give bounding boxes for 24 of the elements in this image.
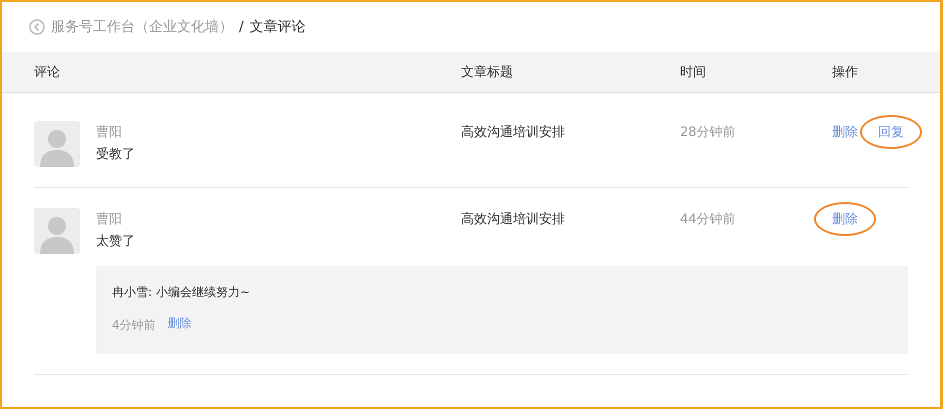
avatar-icon [34,208,80,254]
comment-text: 太赞了 [96,233,135,250]
article-title: 高效沟通培训安排 [461,211,566,228]
breadcrumb-separator: / [239,19,244,35]
breadcrumb-link[interactable]: 服务号工作台（企业文化墙） [51,18,233,36]
column-header: 操作 [832,64,859,81]
article-title: 高效沟通培训安排 [461,124,566,141]
column-header: 时间 [680,64,707,81]
column-header: 评论 [34,64,61,81]
avatar-icon [34,121,80,167]
author-name: 曹阳 [96,124,123,141]
reply-time: 4分钟前 [112,317,156,334]
back-icon[interactable] [29,19,45,35]
circled-action-link[interactable]: 回复 [860,115,922,149]
delete-link[interactable]: 删除 [168,315,192,334]
page-title: 文章评论 [250,18,306,36]
circled-action-link[interactable]: 删除 [814,202,876,236]
column-header: 文章标题 [461,64,514,81]
author-name: 曹阳 [96,211,123,228]
comment-text: 受教了 [96,146,135,163]
comment-time: 44分钟前 [680,211,737,228]
action-link[interactable]: 删除 [832,123,858,141]
comment-time: 28分钟前 [680,124,737,141]
reply-text: 冉小雪: 小编会继续努力~ [112,284,251,301]
